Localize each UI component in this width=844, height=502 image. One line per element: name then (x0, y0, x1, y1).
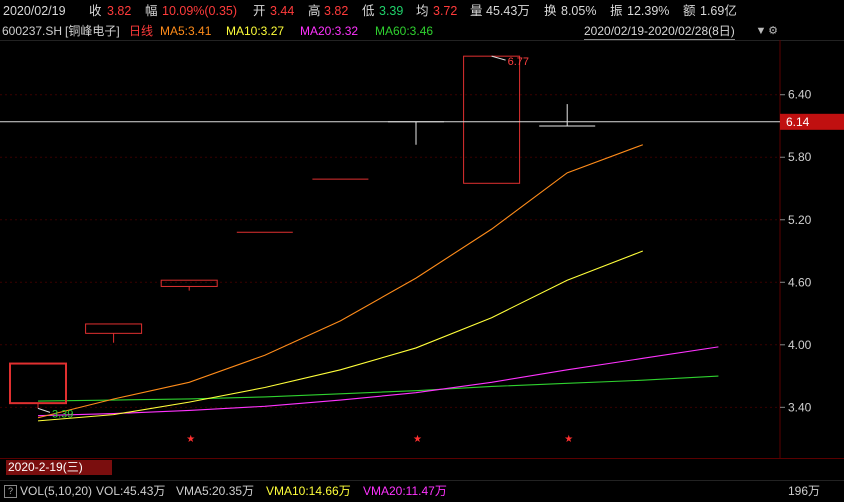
avg-label: 均 (416, 4, 429, 18)
y-tick-label-5: 3.40 (788, 400, 812, 414)
low-annotation-arrow (37, 407, 51, 413)
high-value: 3.82 (324, 4, 349, 18)
y-tick-label-0: 6.40 (788, 88, 812, 102)
kline-chart[interactable]: 6.40 5.80 5.20 4.60 4.00 3.40 6.14 6.77 3.39 ★ ★ ★ (0, 40, 844, 459)
stock-symbol: 600237.SH (2, 24, 63, 38)
vma5-value: VMA5:20.35万 (176, 484, 255, 498)
price-axis: 6.40 5.80 5.20 4.60 4.00 3.40 (780, 88, 812, 414)
low-annotation: 3.39 (52, 408, 73, 420)
y-tick-label-3: 4.60 (788, 275, 812, 289)
candle-body-6 (463, 55, 521, 184)
avg-value: 3.72 (433, 4, 458, 18)
candle-body-2 (160, 279, 218, 287)
amplitude-value: 12.39% (627, 4, 670, 18)
volume-label: 量 (470, 4, 483, 18)
y-tick-label-4: 4.00 (788, 338, 812, 352)
high-label: 高 (308, 4, 321, 18)
candlesticks (9, 55, 596, 409)
ma60-line (37, 375, 719, 402)
open-label: 开 (253, 4, 266, 18)
close-value: 3.82 (107, 4, 132, 18)
vma10-value: VMA10:14.66万 (266, 484, 351, 498)
vol-value: VOL:45.43万 (96, 484, 166, 498)
ma60-label: MA60:3.46 (375, 24, 434, 38)
ma20-label: MA20:3.32 (300, 24, 359, 38)
close-label: 收 (89, 4, 102, 18)
candle-body-1 (85, 323, 143, 334)
moving-average-lines (37, 144, 719, 422)
volume-header: ? VOL(5,10,20) VOL:45.43万 VMA5:20.35万 VM… (0, 480, 844, 502)
quote-header: 2020/02/19 收 3.82 幅 10.09%(0.35) 开 3.44 … (0, 0, 844, 22)
stock-name[interactable]: [铜峰电子] (65, 22, 120, 40)
gear-icon[interactable]: ⚙ (766, 24, 780, 38)
candle-body-0 (9, 362, 67, 405)
collapse-checkbox[interactable]: ? (4, 485, 17, 498)
quote-date: 2020/02/19 (3, 4, 66, 18)
current-price-label: 6.14 (786, 115, 810, 129)
change-label: 幅 (145, 4, 158, 18)
vol-title: VOL(5,10,20) (20, 484, 93, 498)
star-marker-0: ★ (186, 434, 195, 445)
ma5-label: MA5:3.41 (160, 24, 212, 38)
open-value: 3.44 (270, 4, 295, 18)
ma10-label: MA10:3.27 (226, 24, 285, 38)
amount-label: 额 (683, 4, 696, 18)
high-annotation: 6.77 (508, 56, 529, 68)
amplitude-label: 振 (610, 4, 623, 18)
volume-axis-label: 196万 (788, 484, 821, 498)
star-marker-2: ★ (564, 434, 573, 445)
turnover-label: 换 (544, 4, 557, 18)
vma20-value: VMA20:11.47万 (363, 484, 447, 498)
low-label: 低 (362, 4, 375, 18)
volume-value: 45.43万 (486, 4, 530, 18)
y-tick-label-1: 5.80 (788, 150, 812, 164)
star-marker-1: ★ (413, 434, 422, 445)
low-value: 3.39 (379, 4, 404, 18)
y-tick-label-2: 5.20 (788, 213, 812, 227)
turnover-value: 8.05% (561, 4, 597, 18)
change-value: 10.09%(0.35) (162, 4, 238, 18)
annotations: 6.14 6.77 3.39 ★ ★ ★ (0, 55, 844, 445)
date-bar: 2020-2-19(三) (0, 459, 844, 476)
selected-date-label: 2020-2-19(三) (6, 460, 112, 475)
date-range-selector[interactable]: 2020/02/19-2020/02/28(8日) (584, 23, 735, 40)
amount-value: 1.69亿 (700, 4, 737, 18)
period-label[interactable]: 日线 (129, 22, 153, 40)
high-annotation-arrow (491, 55, 506, 61)
ma5-line (37, 144, 643, 419)
